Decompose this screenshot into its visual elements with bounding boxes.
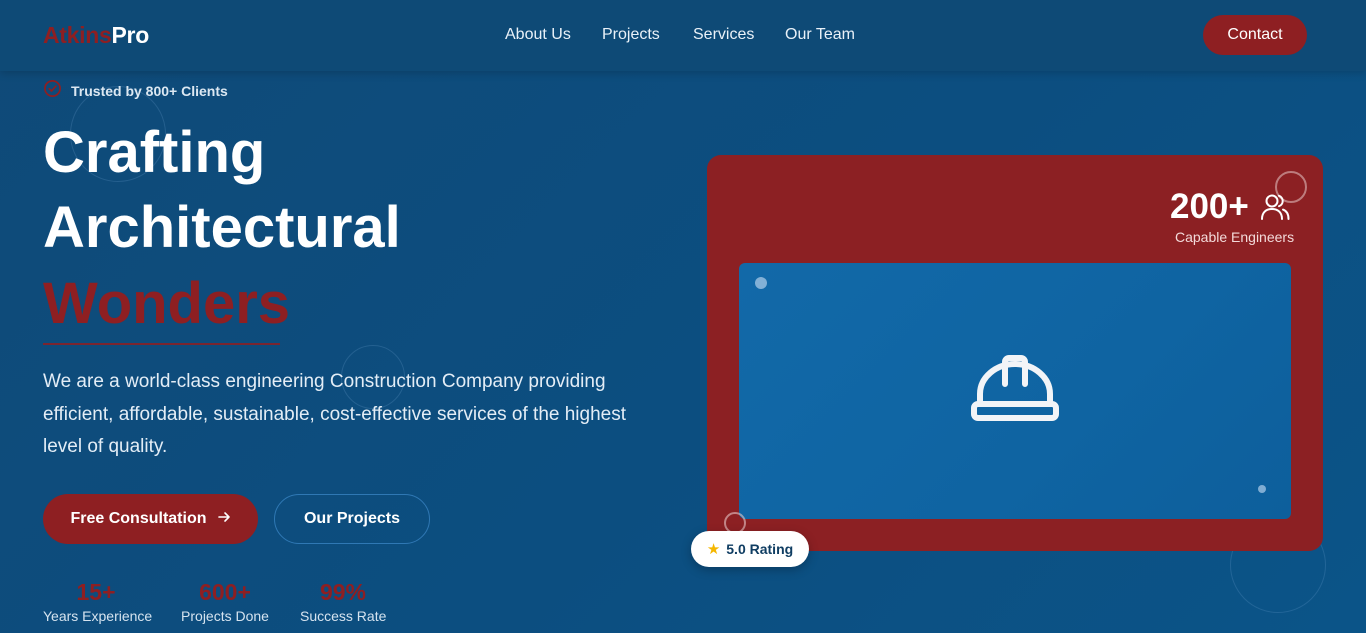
decorative-dot [1258,485,1266,493]
stat-value: 600+ [199,579,251,605]
check-circle-icon [43,79,62,103]
main-nav: About Us Projects Services Our Team [0,26,1366,46]
hero-title-line-1: Crafting [43,120,266,185]
stat-projects: 600+ Projects Done [181,578,269,624]
hero-description: We are a world-class engineering Constru… [43,371,627,457]
trust-badge: Trusted by 800+ Clients [43,79,228,103]
contact-button[interactable]: Contact [1203,15,1307,55]
nav-link-about-us[interactable]: About Us [505,26,571,44]
stat-success: 99% Success Rate [300,578,386,624]
arrow-right-icon [217,510,231,529]
trust-badge-text: Trusted by 800+ Clients [71,83,228,99]
stat-value: 99% [319,579,367,605]
stat-value: 15+ [76,579,116,605]
rating-badge: ★ 5.0 Rating [691,531,809,567]
engineers-count: 200+ [1170,187,1249,226]
hard-hat-icon [970,354,1060,429]
stat-years: 15+ Years Experience [43,578,153,624]
engineers-label: Capable Engineers [1175,229,1295,245]
title-underline [43,343,280,345]
nav-link-our-team[interactable]: Our Team [785,26,855,44]
free-consultation-label: Free Consultation [70,510,207,527]
stat-label: Years Experience [43,608,153,624]
rating-text: 5.0 Rating [726,541,794,557]
star-icon: ★ [706,541,721,558]
users-icon [1259,191,1291,228]
nav-link-services[interactable]: Services [693,26,754,44]
stat-label: Projects Done [181,608,269,624]
hero-title-line-2: Architectural [43,195,401,260]
our-projects-button[interactable]: Our Projects [274,494,430,544]
site-header: AtkinsPro About Us Projects Services Our… [0,0,1366,71]
free-consultation-button[interactable]: Free Consultation [43,494,258,544]
hero-title-line-3: Wonders [43,271,291,336]
nav-link-projects[interactable]: Projects [602,26,660,44]
decorative-dot [755,277,767,289]
stat-label: Success Rate [300,608,387,624]
